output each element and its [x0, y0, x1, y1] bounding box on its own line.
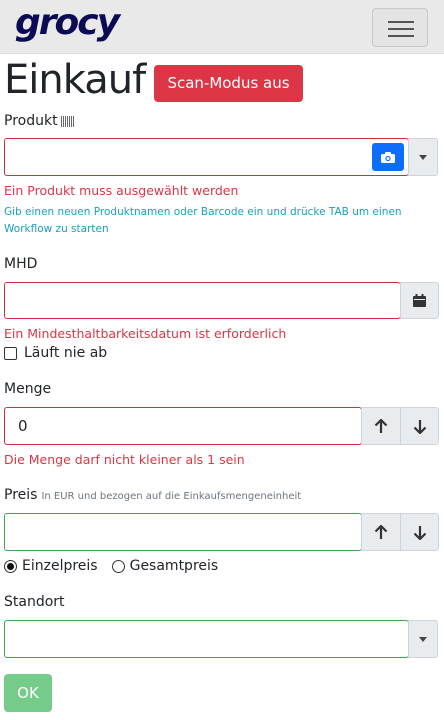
hamburger-icon-bar: [388, 28, 414, 30]
caret-down-icon: [419, 154, 427, 160]
grocy-logo[interactable]: grocy: [15, 2, 120, 43]
camera-scan-button[interactable]: [372, 143, 404, 171]
price-label: Preis In EUR und bezogen auf die Einkaufs…: [4, 487, 301, 503]
navbar: grocy: [0, 0, 444, 54]
product-input[interactable]: [4, 138, 409, 176]
product-label-text: Produkt: [4, 113, 58, 129]
arrow-up-icon: [374, 418, 388, 433]
product-dropdown-toggle[interactable]: [408, 138, 438, 176]
location-select[interactable]: [4, 620, 409, 658]
unit-price-radio[interactable]: [4, 559, 17, 573]
location-dropdown-toggle[interactable]: [408, 620, 438, 658]
mhd-input[interactable]: [4, 282, 401, 319]
amount-decrease-button[interactable]: [400, 407, 439, 445]
caret-down-icon: [419, 636, 427, 642]
product-error: Ein Produkt muss ausgewählt werden: [4, 183, 239, 198]
unit-price-label[interactable]: Einzelpreis: [22, 558, 98, 574]
barcode-icon: [60, 115, 75, 127]
ok-button[interactable]: OK: [4, 674, 52, 712]
arrow-down-icon: [413, 419, 426, 434]
never-expires-checkbox[interactable]: [4, 346, 17, 360]
mhd-calendar-button[interactable]: [400, 282, 439, 319]
scan-mode-button[interactable]: Scan-Modus aus: [154, 65, 303, 102]
price-increase-button[interactable]: [361, 513, 401, 551]
navbar-toggle-button[interactable]: [372, 8, 428, 47]
product-label: Produkt: [4, 113, 75, 129]
mhd-label: MHD: [4, 256, 38, 272]
page-title: Einkauf: [4, 57, 146, 103]
amount-increase-button[interactable]: [361, 407, 401, 445]
never-expires-label[interactable]: Läuft nie ab: [24, 345, 107, 361]
price-input[interactable]: [4, 513, 362, 551]
total-price-label[interactable]: Gesamtpreis: [130, 558, 219, 574]
price-type-radio-group: Einzelpreis Gesamtpreis: [4, 558, 218, 574]
total-price-radio[interactable]: [111, 559, 125, 573]
mhd-error: Ein Mindesthaltbarkeitsdatum ist erforde…: [4, 326, 287, 341]
price-label-text: Preis: [4, 487, 38, 503]
price-decrease-button[interactable]: [400, 513, 439, 551]
amount-input[interactable]: 0: [4, 407, 362, 445]
price-sublabel: In EUR und bezogen auf die Einkaufsmenge…: [41, 491, 302, 502]
never-expires-row[interactable]: Läuft nie ab: [4, 345, 107, 361]
amount-error: Die Menge darf nicht kleiner als 1 sein: [4, 452, 245, 467]
camera-icon: [381, 151, 395, 163]
location-label: Standort: [4, 594, 65, 610]
hamburger-icon: [388, 21, 414, 23]
arrow-down-icon: [413, 525, 426, 540]
product-hint: Gib einen neuen Produktnamen oder Barcod…: [4, 206, 402, 235]
hamburger-icon-bar: [388, 35, 414, 37]
arrow-up-icon: [374, 524, 388, 539]
calendar-icon: [413, 294, 426, 307]
amount-label: Menge: [4, 381, 52, 397]
